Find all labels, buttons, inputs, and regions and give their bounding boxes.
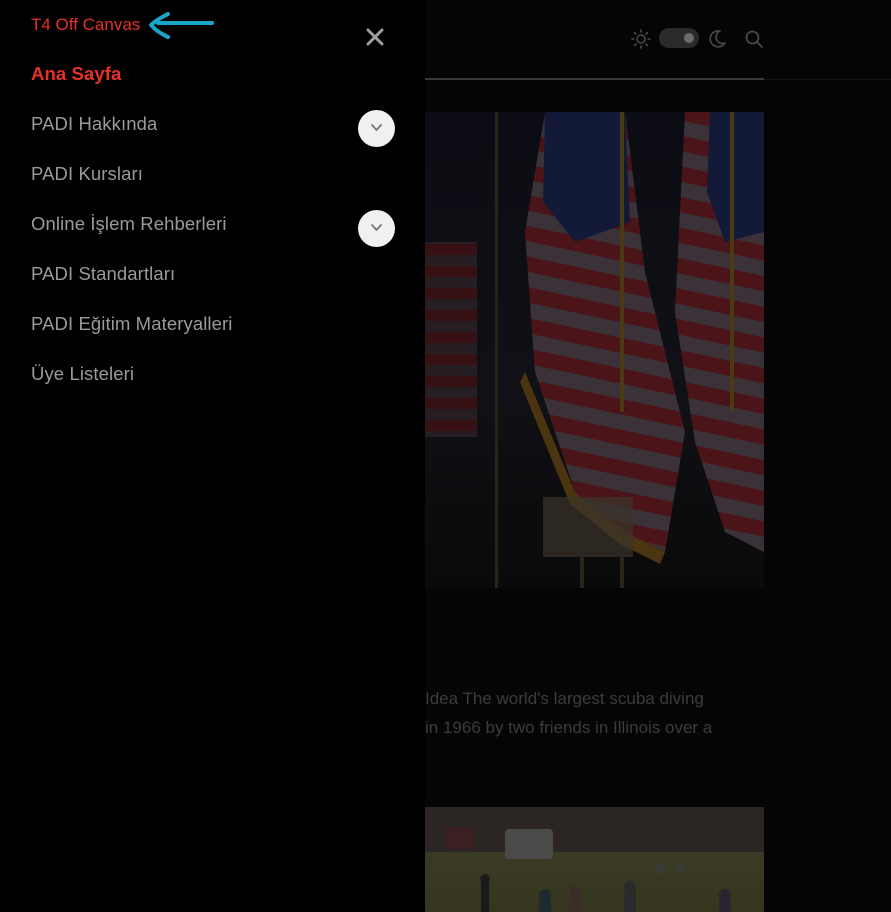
menu-link-padi-kurslari[interactable]: PADI Kursları [31, 163, 143, 185]
menu-item-padi-egitim-materyalleri[interactable]: PADI Eğitim Materyalleri [0, 300, 425, 350]
expand-button-padi-hakkinda[interactable] [358, 110, 395, 147]
offcanvas-menu: Ana Sayfa PADI Hakkında PADI Kursları On… [0, 50, 425, 400]
menu-link-padi-standartlari[interactable]: PADI Standartları [31, 263, 175, 285]
menu-item-padi-kurslari[interactable]: PADI Kursları [0, 150, 425, 200]
sun-icon[interactable] [631, 29, 651, 49]
theme-toggle[interactable] [659, 28, 699, 48]
excerpt-line-1: Idea The world's largest scuba diving [425, 689, 704, 708]
menu-link-uye-listeleri[interactable]: Üye Listeleri [31, 363, 134, 385]
menu-link-online-islem-rehberleri[interactable]: Online İşlem Rehberleri [31, 213, 227, 235]
header-divider [425, 78, 764, 80]
park-illustration [425, 807, 764, 912]
menu-item-padi-standartlari[interactable]: PADI Standartları [0, 250, 425, 300]
search-icon[interactable] [744, 29, 764, 49]
menu-item-online-islem-rehberleri[interactable]: Online İşlem Rehberleri [0, 200, 425, 250]
arrow-left-icon [149, 12, 214, 39]
menu-link-ana-sayfa[interactable]: Ana Sayfa [31, 63, 121, 85]
moon-icon[interactable] [707, 29, 727, 49]
menu-item-ana-sayfa[interactable]: Ana Sayfa [0, 50, 425, 100]
chevron-down-icon [371, 224, 382, 231]
header-divider-faint [764, 79, 891, 80]
article-excerpt: Idea The world's largest scuba diving in… [425, 684, 765, 742]
offcanvas-title: T4 Off Canvas [31, 15, 141, 34]
article-image-park[interactable] [425, 807, 764, 912]
offcanvas-panel: T4 Off Canvas Ana Sayfa PADI Hakkında PA… [0, 0, 425, 912]
excerpt-line-2: in 1966 by two friends in Illinois over … [425, 718, 713, 737]
article-image-flags[interactable] [425, 112, 764, 588]
menu-item-padi-hakkinda[interactable]: PADI Hakkında [0, 100, 425, 150]
close-icon[interactable] [363, 25, 387, 49]
toggle-knob [684, 33, 694, 43]
flags-illustration [425, 112, 764, 588]
menu-link-padi-egitim-materyalleri[interactable]: PADI Eğitim Materyalleri [31, 313, 233, 335]
chevron-down-icon [371, 124, 382, 131]
site-header [425, 0, 891, 80]
expand-button-online-islem-rehberleri[interactable] [358, 210, 395, 247]
menu-item-uye-listeleri[interactable]: Üye Listeleri [0, 350, 425, 400]
menu-link-padi-hakkinda[interactable]: PADI Hakkında [31, 113, 157, 135]
